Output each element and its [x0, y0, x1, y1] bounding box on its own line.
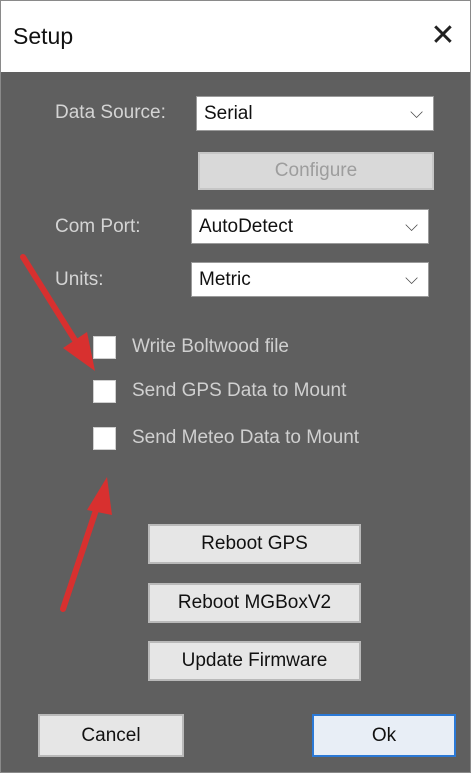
annotation-arrows [20, 254, 112, 612]
setup-dialog: Setup ✕ Data Source: Serial ⌵ Configure … [0, 0, 471, 773]
arrow-icon [60, 477, 112, 612]
arrow-icon [20, 254, 95, 371]
